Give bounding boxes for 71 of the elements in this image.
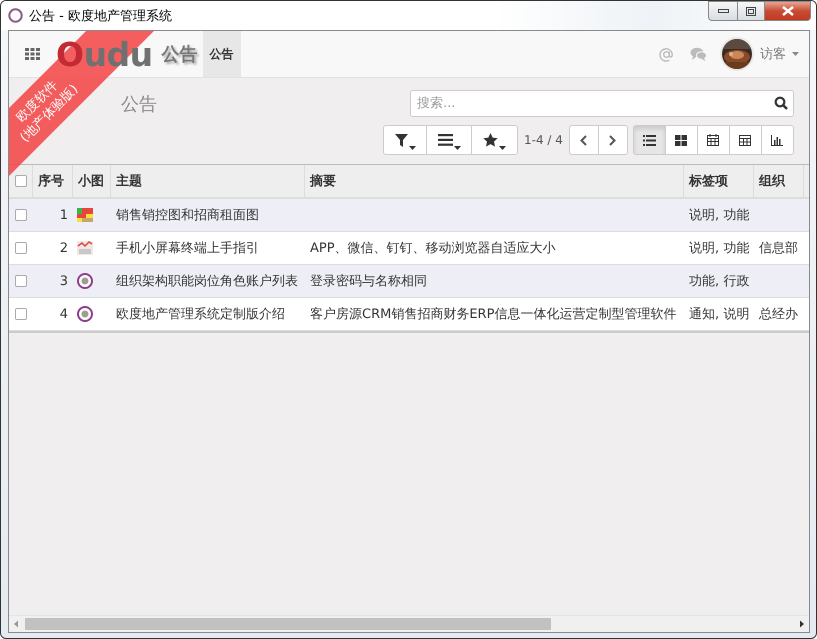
- table-cell-text: 4: [58, 306, 69, 324]
- view-button[interactable]: [728, 125, 762, 155]
- table-cell-text: 功能, 行政: [688, 273, 750, 291]
- row-checkbox[interactable]: [15, 308, 27, 320]
- caret-icon: [454, 146, 460, 150]
- group-by-button[interactable]: [426, 125, 472, 155]
- chevron-right-icon: [609, 134, 616, 146]
- column-header[interactable]: 主题: [111, 165, 305, 197]
- caret-icon: [408, 146, 416, 150]
- search-icon[interactable]: [774, 96, 788, 110]
- previous-button[interactable]: [568, 125, 599, 155]
- table-cell-text: 3: [58, 272, 69, 290]
- table-cell-text: 1: [58, 206, 69, 224]
- table-cell-text: 销售销控图和招商租面图: [115, 207, 260, 225]
- caret-icon: [792, 52, 799, 56]
- row-checkbox[interactable]: [15, 242, 27, 254]
- column-header[interactable]: 小图: [73, 165, 111, 197]
- table-cell-text: 说明, 功能: [688, 207, 750, 225]
- close-icon: [782, 6, 794, 16]
- floor-plan-icon: [77, 208, 93, 222]
- filter-icon: [394, 134, 408, 146]
- kanban-view-icon: [675, 134, 688, 146]
- window-title: 公告 - 欧度地产管理系统: [29, 8, 172, 24]
- maximize-icon: [746, 6, 756, 16]
- app-title: 公告: [162, 43, 198, 66]
- view-button[interactable]: [760, 125, 794, 155]
- minimize-icon: [718, 9, 728, 13]
- chart-view-icon: [771, 134, 784, 146]
- maximize-button[interactable]: [738, 1, 765, 21]
- select-all-checkbox[interactable]: [14, 175, 26, 187]
- favorites-button[interactable]: [471, 125, 518, 155]
- apps-menu-icon[interactable]: [25, 48, 40, 60]
- column-header[interactable]: 摘要: [305, 165, 684, 197]
- column-header[interactable]: 标签项: [684, 165, 754, 197]
- minimize-button[interactable]: [708, 1, 738, 21]
- menu-item[interactable]: 公告: [202, 31, 241, 77]
- table-cell-text: 欧度地产管理系统定制版介绍: [115, 306, 286, 324]
- star-icon: [483, 133, 498, 147]
- filter-button[interactable]: [383, 125, 427, 155]
- column-header[interactable]: 序号: [33, 165, 73, 197]
- table-cell-text: 说明, 功能: [688, 240, 750, 258]
- table-view-icon: [739, 134, 752, 146]
- table-cell-text: APP、微信、钉钉、移动浏览器自适应大小: [309, 240, 557, 258]
- table-cell-text: 通知, 说明: [688, 306, 750, 324]
- table-cell-text: 手机小屏幕终端上手指引: [115, 240, 260, 258]
- app-icon: [8, 8, 23, 23]
- table-cell-text: 2: [58, 240, 69, 258]
- caret-icon: [499, 146, 506, 150]
- badge-icon: [77, 306, 93, 322]
- chevron-left-icon: [580, 134, 588, 146]
- table-cell-text: 信息部: [758, 240, 799, 258]
- close-button[interactable]: [765, 1, 811, 21]
- view-button[interactable]: [632, 125, 666, 155]
- list-icon: [438, 134, 452, 146]
- view-button[interactable]: [664, 125, 698, 155]
- badge-icon: [77, 273, 93, 289]
- calendar-view-icon: [707, 134, 720, 146]
- screenshot-icon: [77, 241, 93, 255]
- view-button[interactable]: [696, 125, 730, 155]
- user-menu[interactable]: 访客: [720, 37, 799, 71]
- row-checkbox[interactable]: [15, 275, 27, 287]
- search-field[interactable]: 搜索...: [410, 90, 794, 117]
- row-checkbox[interactable]: [15, 209, 27, 221]
- column-header[interactable]: 组织: [754, 165, 804, 197]
- pager-count: 1-4 / 4: [524, 133, 563, 147]
- next-button[interactable]: [598, 125, 628, 155]
- table-cell-text: 组织架构职能岗位角色账户列表: [115, 273, 299, 291]
- list-view-icon: [642, 134, 656, 146]
- table-cell-text: 总经办: [758, 306, 799, 324]
- table-cell-text: 客户房源CRM销售招商财务ERP信息一体化运营定制型管理软件: [309, 306, 678, 324]
- table-cell-text: 登录密码与名称相同: [309, 273, 428, 291]
